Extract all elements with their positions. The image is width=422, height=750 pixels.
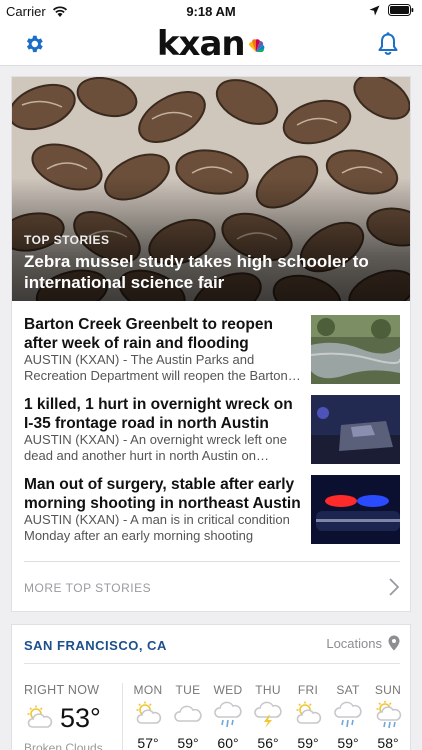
kxan-logo: kxan <box>0 24 422 64</box>
divider <box>24 561 400 562</box>
day-name: MON <box>133 683 163 697</box>
locations-label: Locations <box>326 635 382 651</box>
day-temperature: 57° <box>137 735 159 750</box>
forecast-day[interactable]: TUE 59° <box>168 683 208 750</box>
day-name: WED <box>213 683 243 697</box>
forecast-day[interactable]: FRI 59° <box>288 683 328 750</box>
thunderstorm-icon <box>254 701 282 728</box>
wreck-scene-image <box>311 395 400 464</box>
logo-text: kxan <box>156 24 246 64</box>
day-temperature: 56° <box>257 735 279 750</box>
weather-location[interactable]: SAN FRANCISCO, CA <box>24 638 167 653</box>
sun-rain-icon <box>376 701 402 729</box>
day-name: SUN <box>374 683 402 697</box>
partly-cloudy-icon <box>136 701 162 724</box>
day-temperature: 59° <box>297 735 319 750</box>
more-top-stories-label: MORE TOP STORIES <box>24 581 152 595</box>
hero-title: Zebra mussel study takes high schooler t… <box>24 252 369 292</box>
story-item[interactable]: Barton Creek Greenbelt to reopen after w… <box>24 315 400 385</box>
day-temperature: 59° <box>177 735 199 750</box>
status-time: 9:18 AM <box>186 4 236 19</box>
day-name: FRI <box>297 683 319 697</box>
chevron-right-icon <box>389 578 400 596</box>
location-arrow-icon <box>369 5 380 15</box>
story-summary: AUSTIN (KXAN) - A man is in critical con… <box>24 512 290 543</box>
rain-icon <box>214 701 242 728</box>
forecast-day[interactable]: MON 57° <box>128 683 168 750</box>
cloud-icon <box>174 705 202 722</box>
partly-cloudy-icon <box>27 705 53 728</box>
story-summary: AUSTIN (KXAN) - An overnight wreck left … <box>24 432 287 463</box>
divider <box>24 663 400 664</box>
notifications-button[interactable] <box>372 28 404 60</box>
day-name: THU <box>255 683 281 697</box>
story-title: 1 killed, 1 hurt in overnight wreck on I… <box>24 396 293 432</box>
rain-icon <box>334 701 362 728</box>
day-temperature: 58° <box>377 735 399 750</box>
forecast-day[interactable]: SUN 58° <box>368 683 408 750</box>
more-top-stories-link[interactable]: MORE TOP STORIES <box>24 573 400 603</box>
weather-card: SAN FRANCISCO, CA Locations RIGHT NOW 53… <box>11 624 411 750</box>
battery-icon <box>388 4 414 16</box>
story-thumbnail <box>311 475 400 544</box>
status-bar-right <box>369 4 414 16</box>
forecast-day[interactable]: THU 56° <box>248 683 288 750</box>
day-temperature: 60° <box>217 735 239 750</box>
hero-story[interactable]: TOP STORIES Zebra mussel study takes hig… <box>12 77 410 301</box>
story-title: Man out of surgery, stable after early m… <box>24 476 301 512</box>
hero-kicker: TOP STORIES <box>24 233 110 247</box>
story-title: Barton Creek Greenbelt to reopen after w… <box>24 316 273 352</box>
story-item[interactable]: 1 killed, 1 hurt in overnight wreck on I… <box>24 395 400 465</box>
forecast-day[interactable]: SAT 59° <box>328 683 368 750</box>
current-condition: Broken Clouds <box>24 741 103 750</box>
flooded-creek-image <box>311 315 400 384</box>
story-thumbnail <box>311 395 400 464</box>
nbc-peacock-icon <box>249 39 265 52</box>
day-temperature: 59° <box>337 735 359 750</box>
divider <box>122 683 123 750</box>
story-item[interactable]: Man out of surgery, stable after early m… <box>24 475 400 545</box>
story-summary: AUSTIN (KXAN) - The Austin Parks and Rec… <box>24 352 288 383</box>
status-bar: Carrier 9:18 AM <box>0 0 422 22</box>
current-conditions[interactable]: RIGHT NOW 53° Broken Clouds <box>24 683 124 750</box>
locations-button[interactable]: Locations <box>326 635 400 651</box>
day-name: TUE <box>175 683 201 697</box>
current-temperature: 53° <box>60 703 101 733</box>
top-stories-card: TOP STORIES Zebra mussel study takes hig… <box>11 76 411 612</box>
map-pin-icon <box>388 635 400 651</box>
police-lights-image <box>311 475 400 544</box>
bell-icon <box>378 32 398 55</box>
partly-cloudy-icon <box>296 701 322 724</box>
story-thumbnail <box>311 315 400 384</box>
nav-bar: kxan <box>0 22 422 66</box>
forecast-days: MON 57° TUE 59° WED 60° THU 56° FRI 59° … <box>128 683 410 750</box>
forecast-day[interactable]: WED 60° <box>208 683 248 750</box>
right-now-label: RIGHT NOW <box>24 683 100 697</box>
day-name: SAT <box>336 683 360 697</box>
